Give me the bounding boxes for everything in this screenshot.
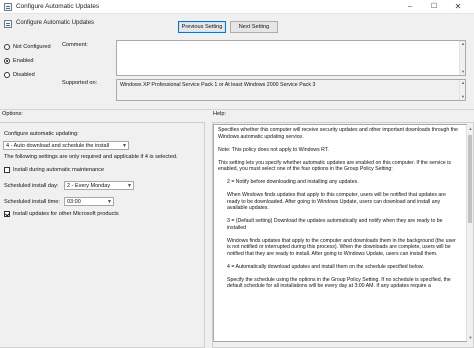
radio-label: Not Configured (13, 44, 51, 50)
supported-scrollbar[interactable]: ▲ ▼ (459, 80, 465, 100)
comment-textarea[interactable]: ▲ ▼ (116, 40, 466, 76)
help-paragraph: Windows finds updates that apply to the … (227, 237, 456, 257)
select-value: 4 - Auto download and schedule the insta… (6, 142, 110, 149)
install-time-select[interactable]: 03:00 ▼ (64, 197, 114, 206)
help-heading: Help: (213, 111, 227, 117)
scroll-down-icon[interactable]: ▼ (467, 334, 474, 341)
install-day-label: Scheduled install day: (4, 183, 59, 189)
window-titlebar: Configure Automatic Updates – ☐ ✕ (0, 0, 474, 14)
checkbox-indicator-checked (4, 211, 10, 217)
radio-label: Disabled (13, 72, 35, 78)
scroll-down-icon[interactable]: ▼ (460, 69, 466, 75)
radio-enabled[interactable]: Enabled (4, 57, 68, 65)
scroll-up-icon[interactable]: ▲ (460, 80, 466, 86)
chevron-down-icon: ▼ (127, 183, 132, 189)
install-day-select[interactable]: 2 - Every Monday ▼ (64, 181, 134, 190)
supported-on-value: Windows XP Professional Service Pack 1 o… (120, 82, 316, 88)
checkbox-label: Install updates for other Microsoft prod… (13, 211, 119, 217)
help-paragraph: Specify the schedule using the options i… (227, 276, 451, 290)
configure-updating-label: Configure automatic updating: (4, 131, 79, 137)
previous-setting-button[interactable]: Previous Setting (178, 21, 226, 33)
scroll-down-icon[interactable]: ▼ (460, 94, 466, 100)
help-scrollbar[interactable]: ▲ ▼ (466, 125, 473, 341)
section-divider (0, 109, 474, 110)
configure-updating-select[interactable]: 4 - Auto download and schedule the insta… (3, 141, 129, 150)
scroll-up-icon[interactable]: ▲ (467, 125, 474, 132)
checkbox-label: Install during automatic maintenance (13, 167, 105, 173)
select-value: 2 - Every Monday (67, 182, 111, 189)
radio-indicator-selected (4, 58, 10, 64)
checkbox-other-microsoft-products[interactable]: Install updates for other Microsoft prod… (4, 210, 119, 218)
chevron-down-icon: ▼ (122, 143, 127, 149)
radio-not-configured[interactable]: Not Configured (4, 43, 68, 51)
help-paragraph: 2 = Notify before downloading and instal… (227, 179, 359, 185)
help-text-box: Specifies whether this computer will rec… (213, 124, 467, 342)
help-paragraph: Specifies whether this computer will rec… (218, 127, 458, 140)
comment-scrollbar[interactable]: ▲ ▼ (459, 41, 465, 75)
policy-icon (4, 3, 12, 11)
help-paragraph: When Windows finds updates that apply to… (227, 192, 446, 211)
close-button[interactable]: ✕ (446, 0, 470, 13)
help-paragraph: 4 = Automatically download updates and i… (227, 263, 424, 270)
install-time-label: Scheduled install time: (4, 199, 60, 205)
minimize-button[interactable]: – (398, 0, 422, 13)
scrollbar-thumb[interactable] (468, 135, 472, 223)
help-paragraph: Note: This policy does not apply to Wind… (218, 146, 329, 153)
radio-indicator (4, 44, 10, 50)
setting-title: Configure Automatic Updates (16, 20, 95, 26)
chevron-down-icon: ▼ (107, 199, 112, 205)
help-paragraph: This setting lets you specify whether au… (218, 159, 451, 173)
supported-on-label: Supported on: (62, 80, 98, 86)
comment-label: Comment: (62, 42, 88, 48)
checkbox-automatic-maintenance[interactable]: Install during automatic maintenance (4, 166, 104, 174)
scroll-up-icon[interactable]: ▲ (460, 41, 466, 47)
radio-indicator (4, 72, 10, 78)
options-note: The following settings are only required… (4, 154, 178, 160)
checkbox-indicator (4, 167, 10, 173)
maximize-button[interactable]: ☐ (422, 0, 446, 13)
supported-on-field: Windows XP Professional Service Pack 1 o… (116, 79, 466, 101)
window-title: Configure Automatic Updates (16, 3, 100, 10)
options-heading: Options: (2, 111, 23, 117)
select-value: 03:00 (67, 198, 81, 205)
radio-label: Enabled (13, 58, 34, 64)
next-setting-button[interactable]: Next Setting (230, 21, 278, 33)
radio-disabled[interactable]: Disabled (4, 71, 68, 79)
setting-icon (4, 20, 12, 28)
help-paragraph: 3 = (Default setting) Download the updat… (227, 218, 443, 231)
